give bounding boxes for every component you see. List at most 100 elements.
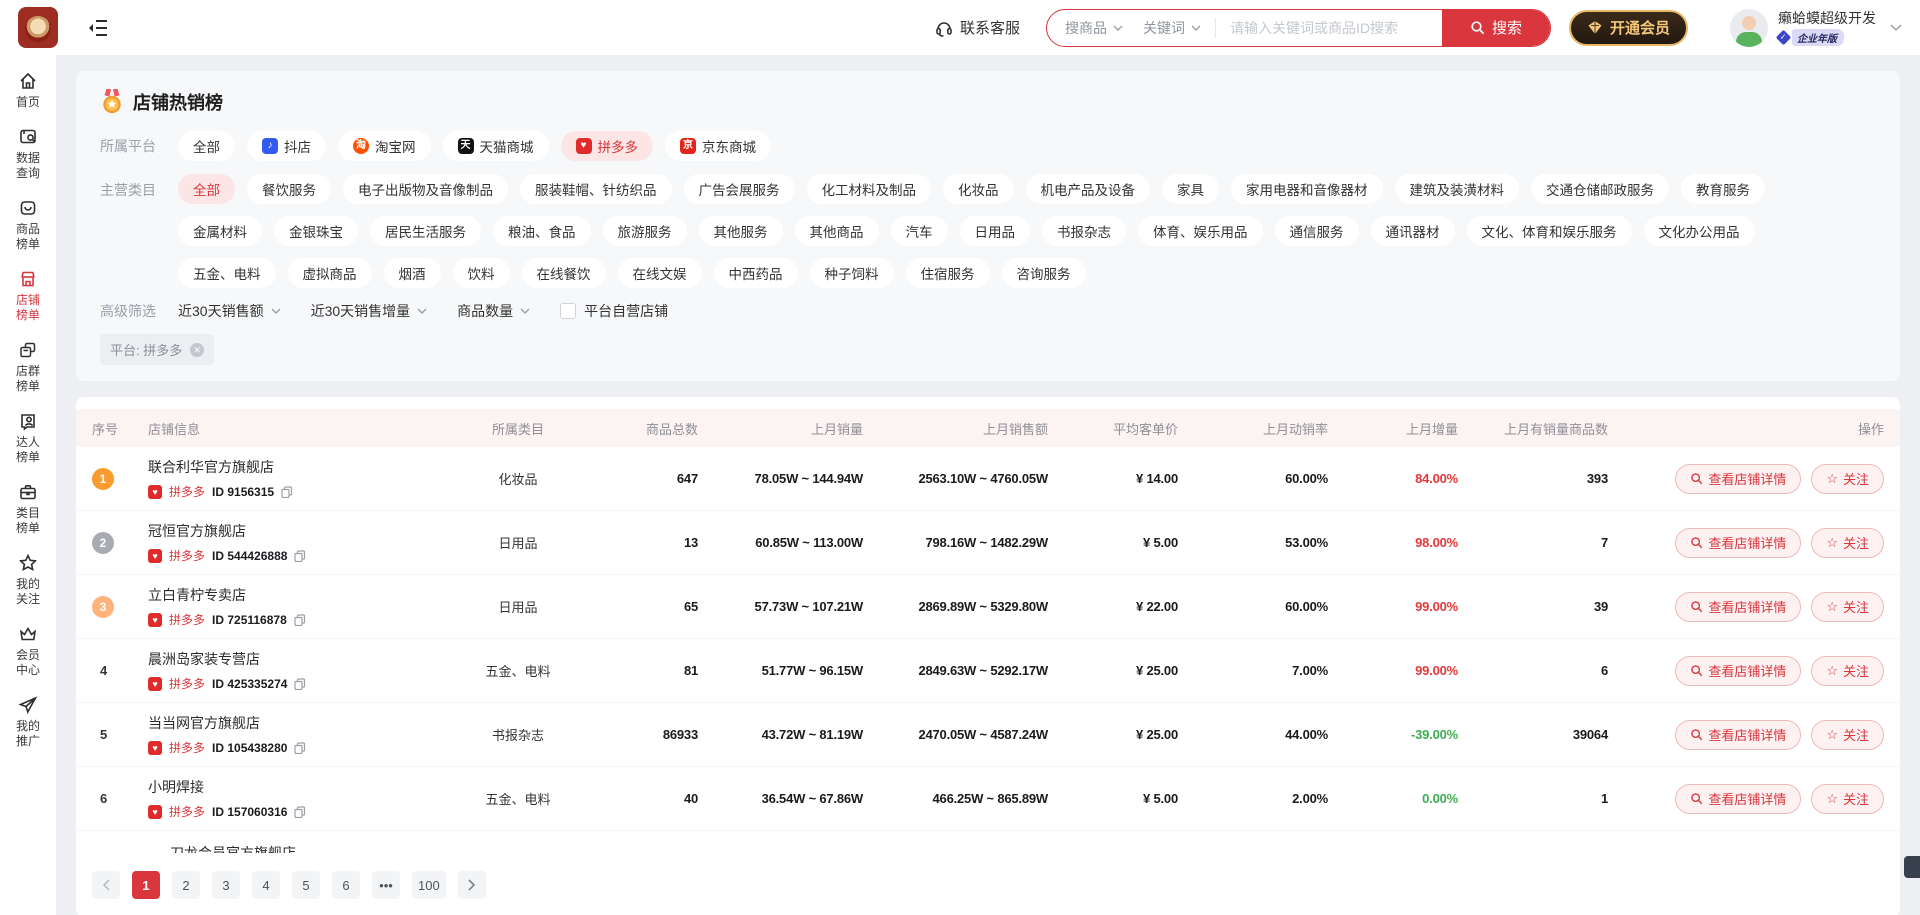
- follow-shop-button[interactable]: ☆关注: [1811, 720, 1884, 750]
- search-scope-select[interactable]: 搜商品: [1047, 18, 1123, 38]
- copy-icon[interactable]: [294, 806, 306, 818]
- category-pill[interactable]: 金属材料: [178, 216, 262, 246]
- follow-shop-button[interactable]: ☆关注: [1811, 464, 1884, 494]
- sidebar-item-shop-group-rank[interactable]: 店群榜单: [15, 340, 41, 394]
- view-shop-detail-button[interactable]: 查看店铺详情: [1675, 720, 1801, 750]
- page-button[interactable]: 1: [132, 871, 160, 899]
- category-pill[interactable]: 通信服务: [1275, 216, 1359, 246]
- category-pill[interactable]: 家具: [1162, 174, 1219, 204]
- floating-widget[interactable]: [1904, 856, 1920, 878]
- category-pill[interactable]: 居民生活服务: [370, 216, 481, 246]
- category-pill[interactable]: 教育服务: [1681, 174, 1765, 204]
- sidebar-item-member-center[interactable]: 会员中心: [15, 624, 41, 678]
- category-pill[interactable]: 书报杂志: [1042, 216, 1126, 246]
- page-button[interactable]: 4: [252, 871, 280, 899]
- sidebar-item-shop-rank[interactable]: 店铺榜单: [15, 269, 41, 323]
- platform-pill-taobao[interactable]: 淘淘宝网: [338, 131, 431, 161]
- copy-icon[interactable]: [294, 550, 306, 562]
- category-pill[interactable]: 烟酒: [384, 258, 441, 288]
- category-pill[interactable]: 种子饲料: [810, 258, 894, 288]
- category-pill[interactable]: 体育、娱乐用品: [1138, 216, 1263, 246]
- category-pill[interactable]: 机电产品及设备: [1026, 174, 1151, 204]
- category-pill[interactable]: 电子出版物及音像制品: [343, 174, 508, 204]
- follow-shop-button[interactable]: ☆关注: [1811, 656, 1884, 686]
- copy-icon[interactable]: [294, 742, 306, 754]
- shop-name[interactable]: 晨洲岛家装专营店: [148, 649, 448, 669]
- copy-icon[interactable]: [294, 678, 306, 690]
- product-count-dropdown[interactable]: 商品数量: [457, 301, 530, 321]
- sidebar-item-my-promotion[interactable]: 我的推广: [15, 695, 41, 749]
- category-pill[interactable]: 虚拟商品: [288, 258, 372, 288]
- sidebar-item-product-rank[interactable]: 商品榜单: [15, 198, 41, 252]
- category-pill[interactable]: 五金、电料: [178, 258, 276, 288]
- platform-pill-tmall[interactable]: 天天猫商城: [443, 131, 549, 161]
- platform-pill-douyin[interactable]: ♪抖店: [247, 131, 326, 161]
- sales-growth-dropdown[interactable]: 近30天销售增量: [311, 301, 428, 321]
- platform-pill-pinduoduo[interactable]: ♥拼多多: [561, 131, 654, 161]
- category-pill[interactable]: 饮料: [453, 258, 510, 288]
- self-operated-checkbox[interactable]: [560, 303, 576, 319]
- category-pill[interactable]: 化妆品: [943, 174, 1014, 204]
- sidebar-item-my-follows[interactable]: 我的关注: [15, 553, 41, 607]
- page-button[interactable]: 6: [332, 871, 360, 899]
- sidebar-item-home[interactable]: 首页: [15, 71, 41, 110]
- category-pill[interactable]: 其他服务: [699, 216, 783, 246]
- view-shop-detail-button[interactable]: 查看店铺详情: [1675, 656, 1801, 686]
- search-button[interactable]: 搜索: [1442, 9, 1550, 47]
- sidebar-item-category-rank[interactable]: 类目榜单: [15, 482, 41, 536]
- prev-page-button[interactable]: [92, 871, 120, 899]
- category-pill[interactable]: 文化、体育和娱乐服务: [1467, 216, 1632, 246]
- remove-filter-icon[interactable]: ✕: [190, 343, 204, 357]
- page-button[interactable]: 100: [412, 871, 446, 899]
- category-pill[interactable]: 服装鞋帽、针纺织品: [520, 174, 672, 204]
- page-button[interactable]: 2: [172, 871, 200, 899]
- view-shop-detail-button[interactable]: 查看店铺详情: [1675, 592, 1801, 622]
- more-pages-button[interactable]: •••: [372, 871, 400, 899]
- contact-support-button[interactable]: 联系客服: [935, 17, 1020, 38]
- category-pill[interactable]: 汽车: [891, 216, 948, 246]
- search-input[interactable]: [1230, 20, 1442, 36]
- shop-name[interactable]: 联合利华官方旗舰店: [148, 457, 448, 477]
- category-pill[interactable]: 粮油、食品: [493, 216, 591, 246]
- shop-name[interactable]: 小明焊接: [148, 777, 448, 797]
- platform-pill-all[interactable]: 全部: [178, 131, 235, 161]
- sales-amount-dropdown[interactable]: 近30天销售额: [178, 301, 281, 321]
- view-shop-detail-button[interactable]: 查看店铺详情: [1675, 464, 1801, 494]
- category-pill[interactable]: 在线餐饮: [522, 258, 606, 288]
- shop-name[interactable]: 刀龙会员官方旗舰店: [170, 845, 296, 853]
- category-pill[interactable]: 旅游服务: [603, 216, 687, 246]
- category-pill[interactable]: 家用电器和音像器材: [1231, 174, 1383, 204]
- copy-icon[interactable]: [294, 614, 306, 626]
- category-pill[interactable]: 全部: [178, 174, 235, 204]
- platform-pill-jd[interactable]: 京京东商城: [665, 131, 771, 161]
- follow-shop-button[interactable]: ☆关注: [1811, 592, 1884, 622]
- category-pill[interactable]: 日用品: [960, 216, 1031, 246]
- collapse-sidebar-icon[interactable]: [88, 19, 108, 37]
- page-button[interactable]: 5: [292, 871, 320, 899]
- category-pill[interactable]: 建筑及装潢材料: [1395, 174, 1520, 204]
- category-pill[interactable]: 广告会展服务: [684, 174, 795, 204]
- copy-icon[interactable]: [281, 486, 293, 498]
- category-pill[interactable]: 交通仓储邮政服务: [1531, 174, 1669, 204]
- page-button[interactable]: 3: [212, 871, 240, 899]
- view-shop-detail-button[interactable]: 查看店铺详情: [1675, 528, 1801, 558]
- category-pill[interactable]: 化工材料及制品: [807, 174, 932, 204]
- shop-name[interactable]: 立白青柠专卖店: [148, 585, 448, 605]
- shop-name[interactable]: 当当网官方旗舰店: [148, 713, 448, 733]
- category-pill[interactable]: 其他商品: [795, 216, 879, 246]
- category-pill[interactable]: 通讯器材: [1371, 216, 1455, 246]
- view-shop-detail-button[interactable]: 查看店铺详情: [1675, 784, 1801, 814]
- category-pill[interactable]: 中西药品: [714, 258, 798, 288]
- shop-name[interactable]: 冠恒官方旗舰店: [148, 521, 448, 541]
- follow-shop-button[interactable]: ☆关注: [1811, 784, 1884, 814]
- search-keyword-select[interactable]: 关键词: [1143, 18, 1201, 38]
- category-pill[interactable]: 住宿服务: [906, 258, 990, 288]
- category-pill[interactable]: 金银珠宝: [274, 216, 358, 246]
- follow-shop-button[interactable]: ☆关注: [1811, 528, 1884, 558]
- category-pill[interactable]: 餐饮服务: [247, 174, 331, 204]
- category-pill[interactable]: 咨询服务: [1002, 258, 1086, 288]
- app-logo[interactable]: [18, 7, 58, 48]
- sidebar-item-data-query[interactable]: 数据查询: [15, 127, 41, 181]
- category-pill[interactable]: 在线文娱: [618, 258, 702, 288]
- open-membership-button[interactable]: 开通会员: [1569, 10, 1688, 46]
